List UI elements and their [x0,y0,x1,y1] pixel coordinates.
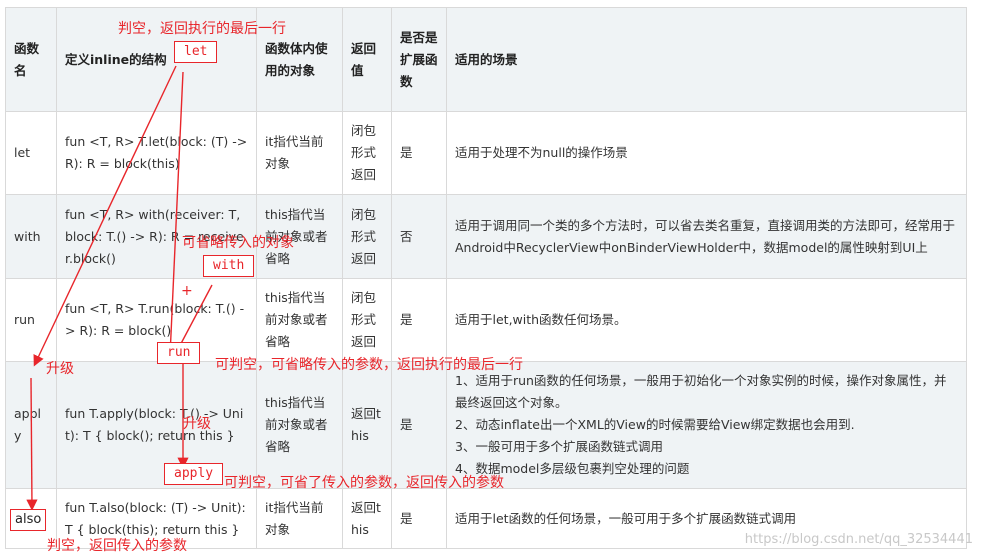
annotation-upgrade-2: 升级 [183,416,211,432]
annotation-let-note: 判空，返回执行的最后一行 [118,21,286,37]
arrow-upgrade-to-also [26,377,38,511]
watermark: https://blog.csdn.net/qq_32534441 [744,532,973,547]
annotation-also-box: also [10,509,47,531]
annotation-let-box: let [174,41,218,63]
annotation-with-note: 可省略传入的对象 [182,235,294,251]
annotation-apply-note: 可判空，可省了传入的参数，返回传入的参数 [224,475,504,491]
annotation-run-box: run [157,342,201,364]
arrow-let-to-run [164,71,184,359]
annotation-also-note: 判空，返回传入的参数 [47,538,187,554]
annotation-apply-box: apply [164,463,224,485]
annotation-run-note: 可判空，可省略传入的参数，返回执行的最后一行 [215,357,523,373]
annotation-upgrade-1: 升级 [46,361,74,377]
arrow-let-to-upgrade [33,65,177,367]
annotation-with-box: with [203,255,255,277]
annotation-plus: + [181,283,193,299]
